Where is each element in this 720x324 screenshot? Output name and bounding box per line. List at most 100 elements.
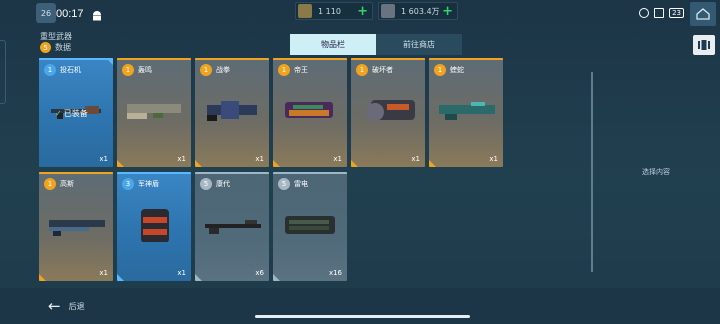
rarity-stripe bbox=[195, 58, 269, 60]
rarity-stripe bbox=[117, 172, 191, 174]
rarity-stripe bbox=[39, 58, 113, 60]
rarity-corner bbox=[273, 274, 280, 281]
home-icon bbox=[696, 8, 710, 20]
item-name: 投石机 bbox=[60, 66, 81, 74]
item-quantity: x1 bbox=[255, 155, 264, 163]
signal-icon bbox=[654, 8, 665, 18]
side-drawer-handle[interactable] bbox=[0, 40, 6, 104]
item-name: 帝王 bbox=[294, 66, 308, 74]
item-card-war-fist[interactable]: 1 战拳 x1 bbox=[195, 58, 269, 167]
tier-badge: 1 bbox=[278, 64, 290, 76]
rarity-corner bbox=[195, 274, 202, 281]
count-label: 数据 bbox=[55, 43, 71, 52]
selected-corner bbox=[106, 58, 113, 65]
tier-badge: 1 bbox=[44, 178, 56, 190]
item-name: 破坏者 bbox=[372, 66, 393, 74]
home-indicator[interactable] bbox=[255, 315, 470, 318]
item-card-roar[interactable]: 1 轰鸣 x1 bbox=[117, 58, 191, 167]
battery-indicator: 23 bbox=[669, 8, 684, 18]
silver-icon bbox=[381, 4, 395, 18]
item-card-viper[interactable]: 1 蝰蛇 x1 bbox=[429, 58, 503, 167]
back-button[interactable]: ← 后退 bbox=[48, 297, 85, 315]
rarity-corner bbox=[195, 160, 202, 167]
currency-gold: 1 110 + bbox=[295, 2, 373, 20]
android-icon bbox=[93, 11, 101, 21]
rarity-corner bbox=[39, 274, 46, 281]
tier-badge: 1 bbox=[434, 64, 446, 76]
rarity-stripe bbox=[117, 58, 191, 60]
item-quantity: x1 bbox=[333, 155, 342, 163]
weapon-image bbox=[49, 220, 105, 236]
item-quantity: x1 bbox=[99, 155, 108, 163]
tab-bar: 物品栏 前往商店 bbox=[290, 34, 462, 55]
item-quantity: x6 bbox=[255, 269, 264, 277]
weapon-image bbox=[205, 220, 261, 234]
weapon-image bbox=[366, 100, 415, 121]
add-silver-button[interactable]: + bbox=[442, 4, 453, 19]
item-card-thunder[interactable]: 5 雷电 x16 bbox=[273, 172, 347, 281]
panel-divider bbox=[591, 72, 593, 272]
item-quantity: x1 bbox=[411, 155, 420, 163]
bottom-bar bbox=[0, 288, 720, 324]
weapon-image bbox=[439, 102, 495, 120]
player-level-badge[interactable]: 26 bbox=[36, 3, 56, 23]
item-name: 高斯 bbox=[60, 180, 74, 188]
gold-icon bbox=[298, 4, 312, 18]
currency-silver: 1 603.4万 + bbox=[378, 2, 458, 20]
item-name: 康代 bbox=[216, 180, 230, 188]
rarity-corner bbox=[351, 160, 358, 167]
item-name: 军神盾 bbox=[138, 180, 159, 188]
category-title: 重型武器 bbox=[40, 32, 72, 41]
rarity-stripe bbox=[39, 172, 113, 174]
back-arrow-icon: ← bbox=[48, 297, 61, 315]
gold-amount: 1 110 bbox=[318, 6, 341, 16]
alarm-icon bbox=[639, 8, 650, 18]
item-card-catapult[interactable]: 1 投石机 ✓ 已装备 x1 bbox=[39, 58, 113, 167]
tab-inventory[interactable]: 物品栏 bbox=[290, 34, 376, 55]
weapon-image bbox=[285, 216, 335, 234]
item-card-gauss[interactable]: 1 高斯 x1 bbox=[39, 172, 113, 281]
silver-amount: 1 603.4万 bbox=[401, 6, 440, 16]
back-label: 后退 bbox=[68, 301, 85, 311]
tier-badge: 1 bbox=[122, 64, 134, 76]
equipped-label: ✓ 已装备 bbox=[55, 109, 88, 118]
add-gold-button[interactable]: + bbox=[357, 4, 368, 19]
tier-badge: 1 bbox=[44, 64, 56, 76]
home-button[interactable] bbox=[690, 2, 716, 26]
rarity-stripe bbox=[351, 58, 425, 60]
item-name: 雷电 bbox=[294, 180, 308, 188]
item-card-kangdai[interactable]: 5 康代 x6 bbox=[195, 172, 269, 281]
item-quantity: x1 bbox=[177, 155, 186, 163]
weapon-image bbox=[285, 102, 333, 118]
rarity-corner bbox=[429, 160, 436, 167]
weapon-image bbox=[141, 209, 169, 242]
tier-badge: 3 bbox=[122, 178, 134, 190]
weapon-image bbox=[127, 104, 181, 119]
status-bar: 26 00:17 1 110 + 1 603.4万 + 23 bbox=[0, 0, 720, 30]
rarity-stripe bbox=[273, 172, 347, 174]
check-icon: ✓ bbox=[55, 109, 62, 118]
item-card-war-god-shield[interactable]: 3 军神盾 x1 bbox=[117, 172, 191, 281]
item-name: 蝰蛇 bbox=[450, 66, 464, 74]
weapon-image bbox=[207, 101, 257, 121]
item-name: 战拳 bbox=[216, 66, 230, 74]
item-count: 5 数据 bbox=[40, 42, 71, 53]
rarity-corner bbox=[117, 160, 124, 167]
item-quantity: x1 bbox=[177, 269, 186, 277]
rarity-corner bbox=[273, 160, 280, 167]
item-card-destroyer[interactable]: 1 破坏者 x1 bbox=[351, 58, 425, 167]
clock: 00:17 bbox=[56, 8, 84, 20]
system-icons: 23 bbox=[639, 8, 684, 18]
tab-go-to-shop[interactable]: 前往商店 bbox=[376, 34, 462, 55]
item-name: 轰鸣 bbox=[138, 66, 152, 74]
tier-badge: 1 bbox=[200, 64, 212, 76]
select-content-hint: 选择内容 bbox=[642, 168, 670, 176]
view-toggle-button[interactable] bbox=[693, 35, 715, 55]
rarity-corner bbox=[117, 274, 124, 281]
grid-view-icon bbox=[698, 40, 710, 50]
item-card-emperor[interactable]: 1 帝王 x1 bbox=[273, 58, 347, 167]
tier-badge: 1 bbox=[356, 64, 368, 76]
rarity-stripe bbox=[273, 58, 347, 60]
item-quantity: x1 bbox=[489, 155, 498, 163]
tier-badge: 5 bbox=[278, 178, 290, 190]
